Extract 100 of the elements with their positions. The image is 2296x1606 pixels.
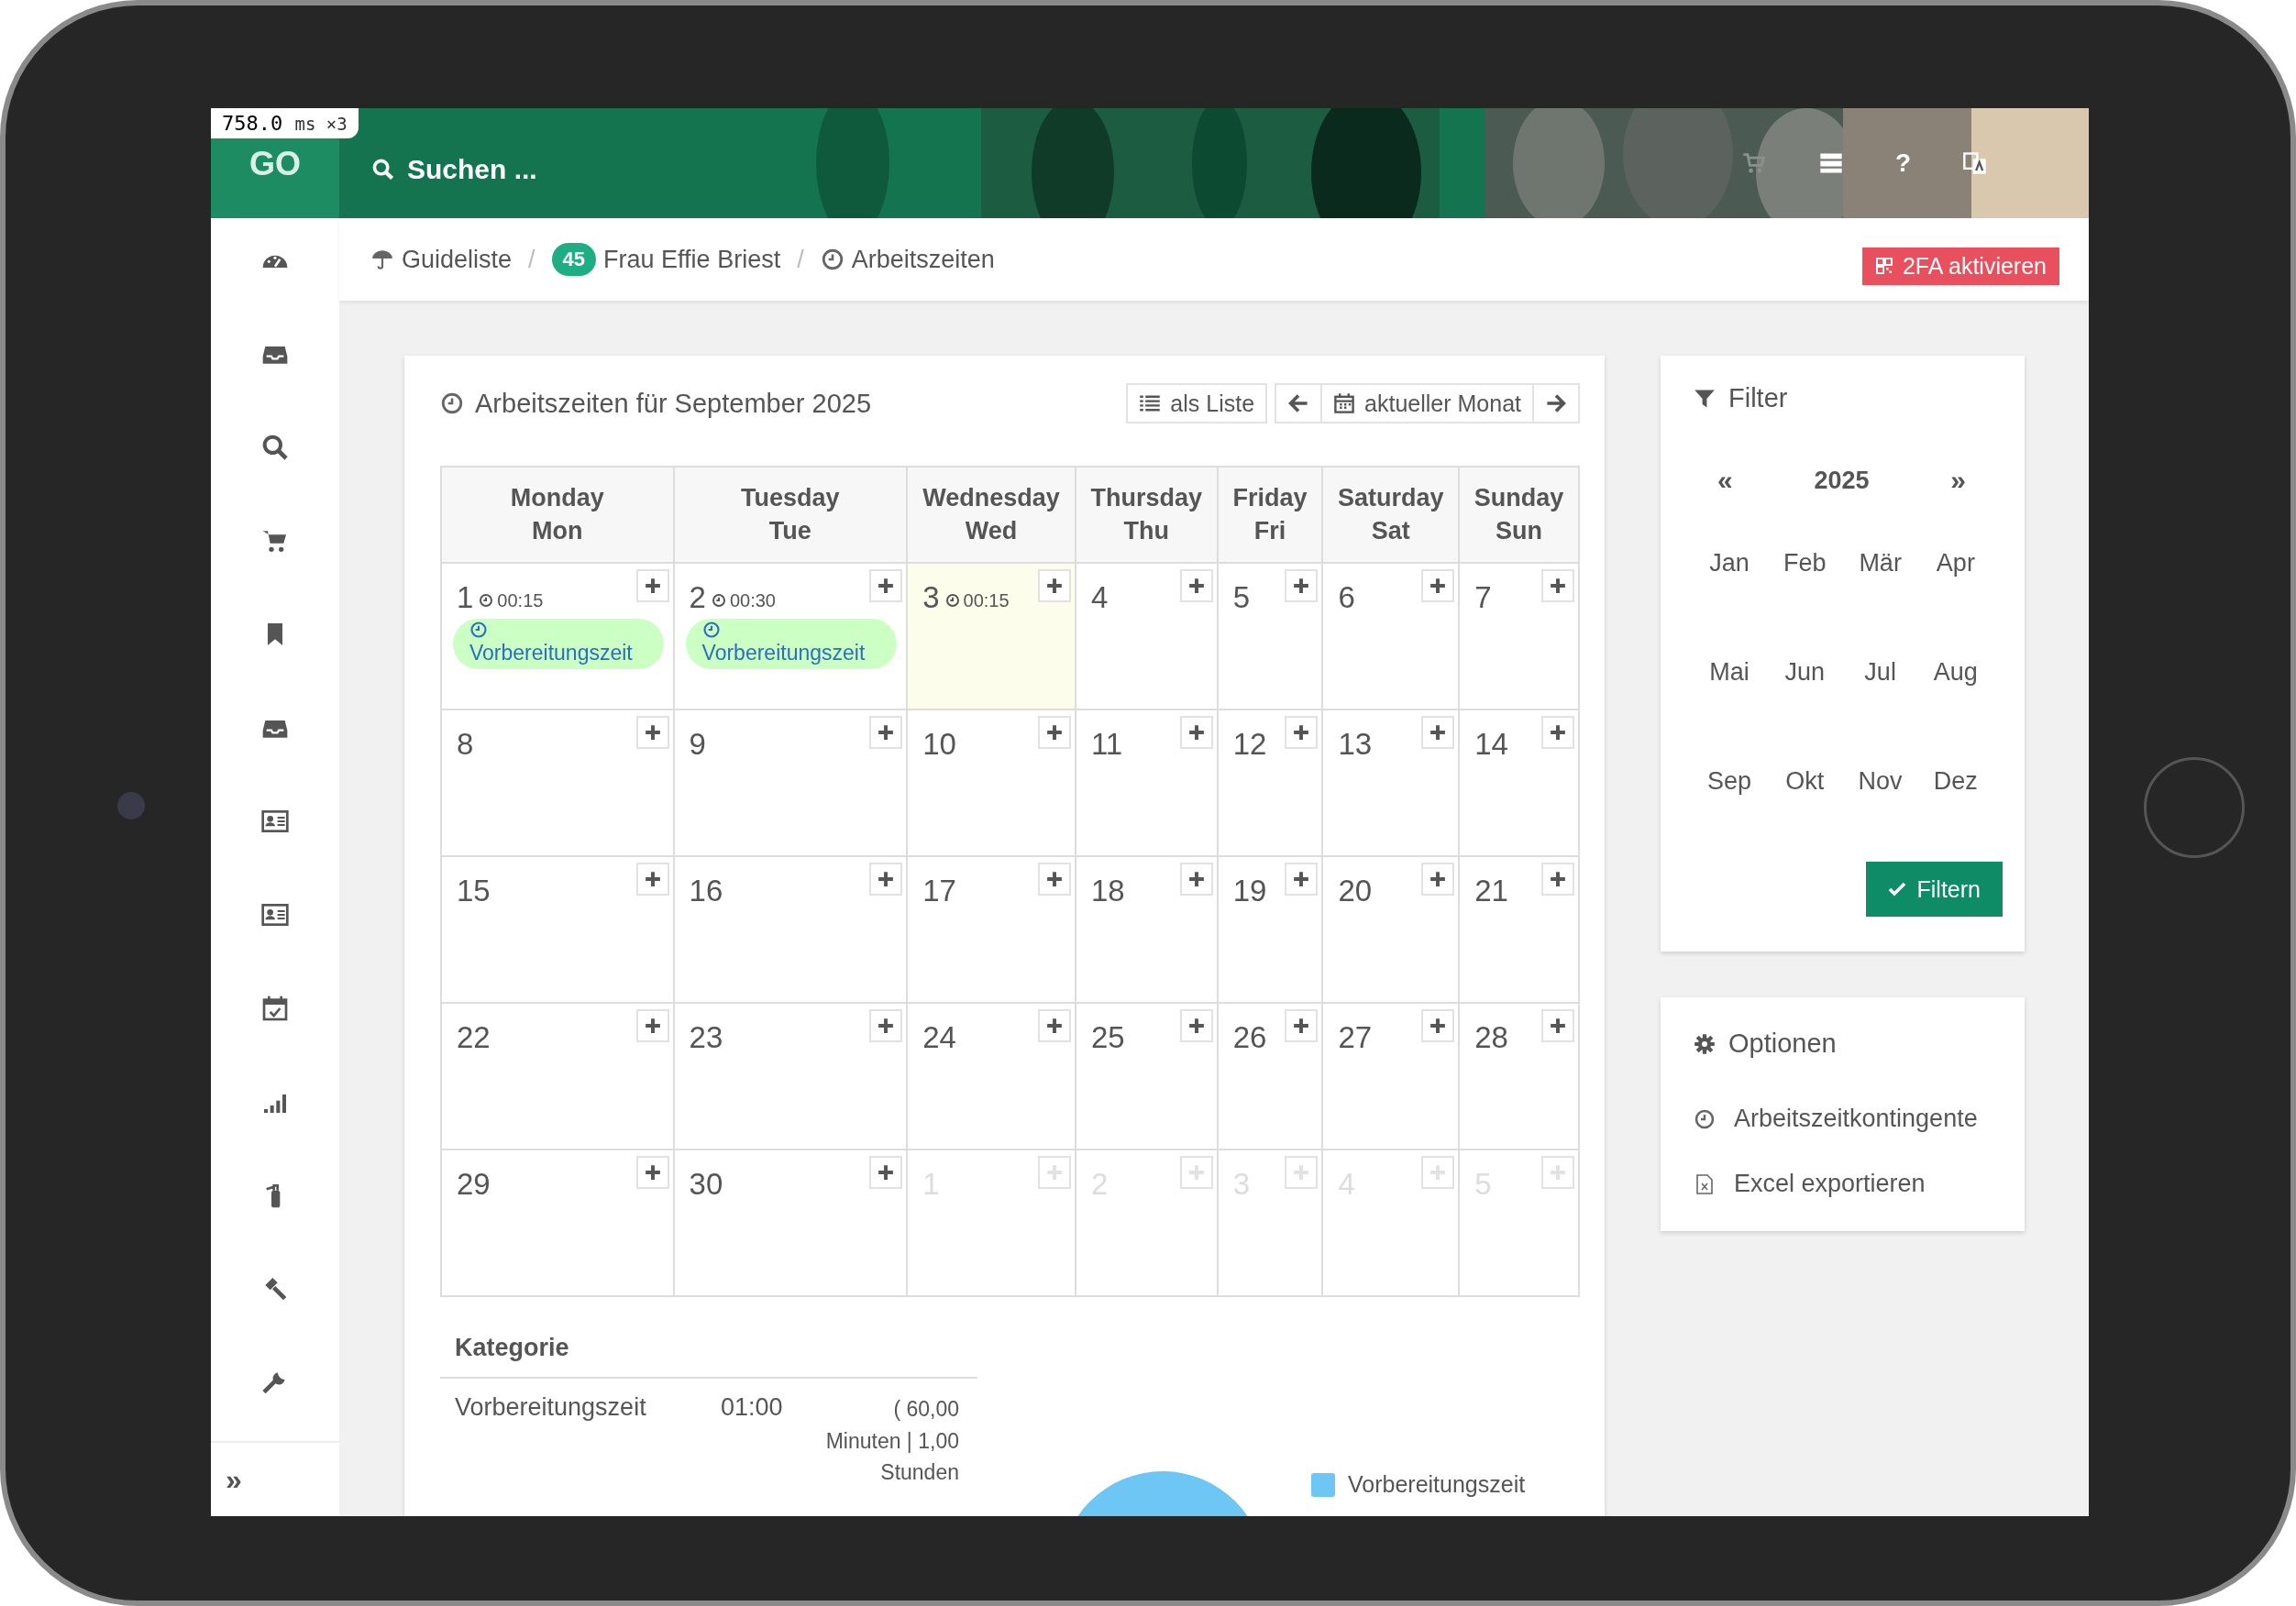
calendar-check-icon[interactable] [260, 994, 290, 1023]
option-link[interactable]: Excel exportieren [1683, 1170, 2003, 1198]
add-entry-button[interactable] [635, 1009, 669, 1042]
checkmark-icon [1887, 880, 1906, 898]
calendar-icon [1333, 392, 1356, 414]
day-number: 16 [689, 874, 723, 908]
month-option[interactable]: Jan [1692, 545, 1768, 581]
add-entry-button[interactable] [635, 863, 669, 896]
month-option[interactable]: Jun [1767, 654, 1843, 690]
add-entry-button[interactable] [869, 863, 903, 896]
search-icon [372, 159, 394, 181]
month-option[interactable]: Nov [1842, 764, 1918, 799]
day-number: 7 [1474, 580, 1492, 615]
breadcrumb-current: Arbeitszeiten [820, 245, 995, 274]
panel-title: Filter [1683, 383, 2003, 413]
day-number: 19 [1232, 874, 1267, 908]
breadcrumb-separator: / [797, 245, 804, 274]
add-entry-button[interactable] [1541, 716, 1574, 749]
filter-button[interactable]: Filtern [1865, 862, 2003, 917]
help-link[interactable]: ? [1894, 148, 1911, 178]
add-entry-button[interactable] [869, 569, 903, 602]
add-entry-button[interactable] [1285, 569, 1319, 602]
month-option[interactable]: Okt [1767, 764, 1843, 799]
clock-icon [701, 621, 721, 639]
day-number: 30 [689, 1167, 723, 1202]
day-number: 27 [1338, 1020, 1373, 1055]
add-entry-button[interactable] [1037, 863, 1071, 896]
day-number: 15 [457, 874, 491, 908]
plus-icon [1045, 724, 1063, 741]
expand-sidebar-button[interactable]: » [226, 1462, 242, 1497]
add-entry-button[interactable] [1421, 716, 1455, 749]
add-entry-button[interactable] [1541, 569, 1574, 602]
clock-icon [820, 248, 844, 271]
add-entry-button[interactable] [1179, 569, 1213, 602]
month-option[interactable]: Mär [1842, 545, 1918, 581]
add-entry-button[interactable] [1037, 716, 1071, 749]
calendar-entry[interactable]: Vorbereitungszeit [453, 619, 664, 669]
add-entry-button[interactable] [635, 569, 669, 602]
plus-icon [1550, 724, 1566, 741]
camera-lens [117, 792, 145, 820]
month-option[interactable]: Feb [1767, 545, 1843, 581]
day-number: 4 [1090, 580, 1109, 615]
month-option[interactable]: Jul [1842, 654, 1918, 690]
weekday-header: Sunday Sun [1460, 468, 1580, 564]
plus-icon [1045, 1164, 1063, 1181]
previous-year-button[interactable]: « [1717, 465, 1733, 496]
day-number: 2 [689, 580, 706, 615]
day-number: 18 [1090, 874, 1125, 908]
plus-icon [1550, 871, 1566, 887]
breadcrumb-link[interactable]: 45 Frau Effie Briest [551, 243, 781, 276]
add-entry-button[interactable] [635, 716, 669, 749]
funnel-icon [1694, 387, 1716, 410]
add-entry-button[interactable] [635, 1156, 669, 1189]
month-option[interactable]: Sep [1692, 764, 1768, 799]
add-entry-button[interactable] [1179, 863, 1213, 896]
legend-label: Vorbereitungszeit [1348, 1471, 1526, 1498]
plus-icon [1293, 724, 1310, 741]
enable-2fa-button[interactable]: 2FA aktivieren [1861, 247, 2059, 285]
weekday-header: Thursday Thu [1076, 468, 1219, 564]
clock-icon [469, 621, 488, 639]
current-month-button[interactable]: aktueller Monat [1322, 383, 1534, 424]
day-number: 13 [1338, 727, 1373, 762]
add-entry-button[interactable] [1541, 1009, 1574, 1042]
previous-month-button[interactable] [1275, 383, 1323, 424]
add-entry-button[interactable] [869, 716, 903, 749]
add-entry-button[interactable] [1285, 716, 1319, 749]
plus-icon [644, 1164, 661, 1181]
day-number: 11 [1090, 727, 1123, 762]
add-entry-button[interactable] [1421, 1009, 1455, 1042]
add-entry-button[interactable] [1421, 569, 1455, 602]
search-link[interactable]: Suchen ... [372, 154, 537, 185]
add-entry-button[interactable] [1285, 863, 1319, 896]
day-number: 14 [1474, 727, 1508, 762]
time-total: 00:15 [944, 589, 1010, 611]
breadcrumb-link[interactable]: Guideliste [370, 245, 513, 274]
search-icon[interactable] [260, 433, 290, 462]
next-month-button[interactable] [1534, 383, 1580, 424]
add-entry-button[interactable] [1037, 569, 1071, 602]
month-option[interactable]: Mai [1692, 654, 1768, 690]
panel-title: Optionen [1683, 1028, 2003, 1059]
plus-icon [878, 1018, 895, 1034]
month-option[interactable]: Dez [1917, 764, 1993, 799]
column-header: Kategorie [440, 1334, 977, 1379]
next-year-button[interactable]: » [1950, 465, 1966, 496]
add-entry-button[interactable] [1179, 716, 1213, 749]
add-entry-button[interactable] [1037, 1009, 1071, 1042]
list-view-button[interactable]: als Liste [1126, 383, 1268, 424]
add-entry-button[interactable] [1179, 1009, 1213, 1042]
add-entry-button[interactable] [869, 1156, 903, 1189]
day-number: 8 [457, 727, 474, 762]
plus-icon [878, 724, 895, 741]
month-option[interactable]: Apr [1917, 545, 1993, 581]
add-entry-button[interactable] [869, 1009, 903, 1042]
add-entry-button[interactable] [1541, 863, 1574, 896]
option-link[interactable]: Arbeitszeitkontingente [1683, 1105, 2003, 1133]
translate-icon[interactable] [1962, 150, 1988, 176]
month-option[interactable]: Aug [1917, 654, 1993, 690]
add-entry-button[interactable] [1421, 863, 1455, 896]
calendar-entry[interactable]: Vorbereitungszeit [685, 619, 898, 669]
add-entry-button[interactable] [1285, 1009, 1319, 1042]
